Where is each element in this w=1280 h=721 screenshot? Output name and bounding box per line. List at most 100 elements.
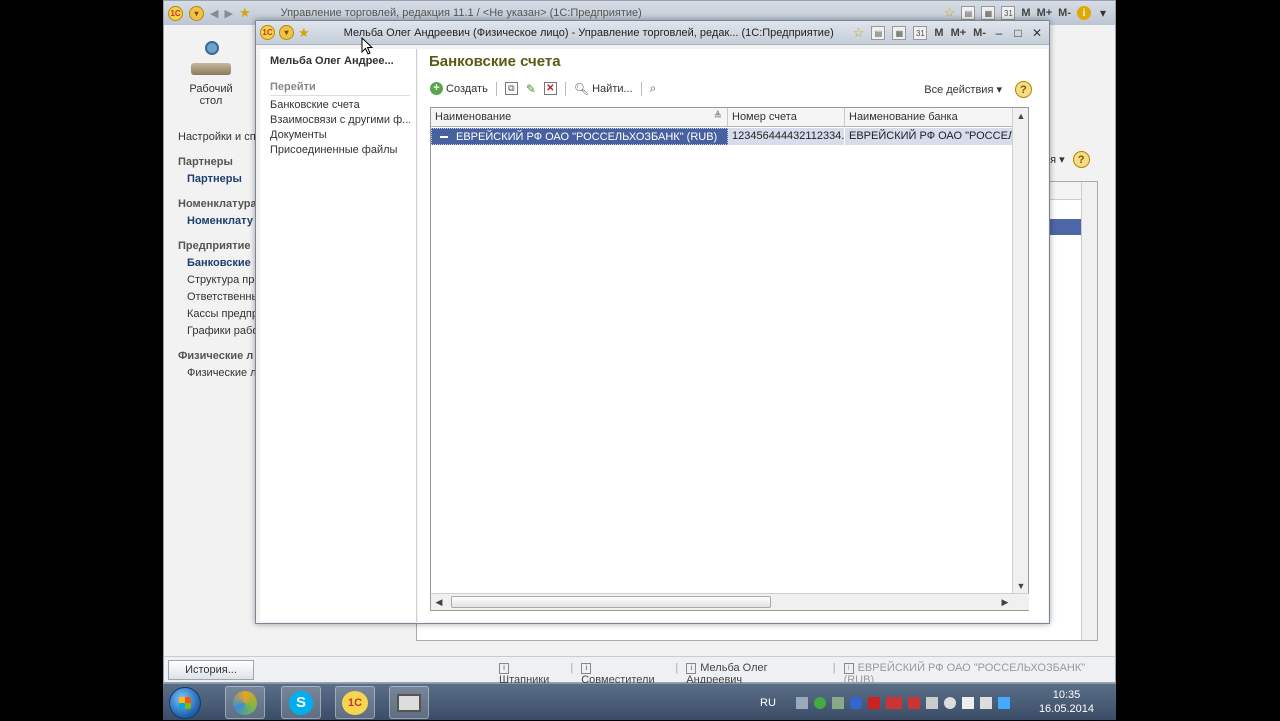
tray-app-x-icon[interactable] bbox=[907, 696, 920, 709]
column-header-account[interactable]: Номер счета bbox=[728, 108, 845, 126]
nav-item-partners[interactable]: Партнеры bbox=[178, 171, 258, 188]
nav-group-nomenclature[interactable]: Номенклатура bbox=[178, 196, 258, 213]
tray-network-icon[interactable] bbox=[795, 696, 808, 709]
tray-app-k-icon[interactable] bbox=[867, 696, 880, 709]
vertical-scrollbar[interactable]: ▲ ▼ bbox=[1012, 108, 1028, 594]
1c-logo-icon[interactable]: 1C bbox=[168, 5, 183, 21]
page-title: Банковские счета bbox=[429, 53, 561, 70]
taskbar-app-browser[interactable] bbox=[225, 686, 265, 719]
nav-link-attached-files[interactable]: Присоединенные файлы bbox=[260, 141, 410, 156]
calendar-icon[interactable]: 31 bbox=[1001, 6, 1016, 20]
taskbar-app-remote-desktop[interactable] bbox=[389, 686, 429, 719]
nav-item-responsible[interactable]: Ответственны bbox=[178, 289, 258, 306]
back-arrow-icon[interactable]: ◀ bbox=[210, 7, 218, 20]
nav-group-enterprise[interactable]: Предприятие bbox=[178, 238, 258, 255]
create-button[interactable]: + Создать bbox=[430, 82, 488, 95]
tray-usb-icon[interactable] bbox=[925, 696, 938, 709]
ati-icon[interactable] bbox=[885, 696, 902, 709]
all-actions-menu[interactable]: Все действия ▾ bbox=[924, 83, 1002, 96]
document-icon[interactable]: ▤ bbox=[961, 6, 976, 20]
desktop-label-1: Рабочий bbox=[189, 83, 233, 95]
help-icon[interactable]: ? bbox=[1015, 81, 1032, 98]
tray-arrow-icon[interactable] bbox=[831, 696, 844, 709]
delete-mark-icon[interactable]: ✕ bbox=[543, 82, 557, 95]
favorites-star-icon[interactable]: ★ bbox=[298, 25, 310, 41]
table-row[interactable]: ЕВРЕЙСКИЙ РФ ОАО "РОССЕЛЬХОЗБАНК" (RUB) … bbox=[431, 128, 1028, 145]
find-button[interactable]: 🔍︎ Найти... bbox=[574, 82, 633, 96]
desktop-button[interactable]: Рабочий стол bbox=[176, 39, 246, 107]
cell-account[interactable]: 123456444432112334... bbox=[728, 128, 845, 145]
scroll-down-icon[interactable]: ▼ bbox=[1013, 578, 1029, 594]
dialog-title: Мельба Олег Андреевич (Физическое лицо) … bbox=[343, 26, 834, 39]
main-help-icon[interactable]: ? bbox=[1072, 151, 1090, 168]
nav-item-schedules[interactable]: Графики рабо bbox=[178, 323, 258, 340]
dialog-titlebar[interactable]: 1C ▾ ★ Мельба Олег Андреевич (Физическое… bbox=[256, 21, 1049, 45]
memory-m-button[interactable]: M bbox=[934, 27, 943, 39]
cell-name[interactable]: ЕВРЕЙСКИЙ РФ ОАО "РОССЕЛЬХОЗБАНК" (RUB) bbox=[431, 128, 728, 145]
nav-item-structure[interactable]: Структура пре bbox=[178, 272, 258, 289]
memory-mplus-button[interactable]: M+ bbox=[1037, 7, 1053, 19]
chevron-down-icon[interactable]: ▾ bbox=[1097, 6, 1109, 20]
memory-mminus-button[interactable]: M- bbox=[973, 27, 986, 39]
memory-mplus-button[interactable]: M+ bbox=[951, 27, 967, 39]
close-icon[interactable]: ✕ bbox=[1031, 26, 1043, 40]
nav-item-nomenclature[interactable]: Номенклату bbox=[178, 213, 258, 230]
column-header-name-label: Наименование bbox=[435, 111, 512, 123]
scroll-up-icon[interactable]: ▲ bbox=[1013, 108, 1029, 124]
1c-logo-icon[interactable]: 1C bbox=[260, 25, 275, 40]
volume-icon[interactable] bbox=[943, 696, 956, 709]
owner-name[interactable]: Мельба Олег Андрее... bbox=[260, 49, 416, 67]
cell-bank[interactable]: ЕВРЕЙСКИЙ РФ ОАО "РОССЕЛЬ bbox=[845, 128, 1013, 145]
clock[interactable]: 10:35 16.05.2014 bbox=[1039, 688, 1094, 716]
table-header: Наименование ≜ Номер счета Наименование … bbox=[431, 108, 1028, 127]
dialog-menu-icon[interactable]: ▾ bbox=[279, 25, 294, 40]
minimize-icon[interactable]: – bbox=[993, 26, 1005, 40]
scroll-right-icon[interactable]: ▶ bbox=[997, 594, 1013, 610]
main-list-scrollbar[interactable] bbox=[1081, 182, 1097, 640]
signal-icon[interactable] bbox=[961, 696, 974, 709]
tray-help-icon[interactable] bbox=[997, 696, 1010, 709]
taskbar-app-skype[interactable]: S bbox=[281, 686, 321, 719]
language-indicator[interactable]: RU bbox=[760, 697, 776, 709]
favorites-star-icon[interactable]: ★ bbox=[239, 5, 251, 21]
nav-group-partners[interactable]: Партнеры bbox=[178, 154, 258, 171]
start-button-icon[interactable] bbox=[169, 687, 201, 719]
dialog-main-area: Банковские счета + Создать ⧉ ✎ ✕ 🔍︎ Найт… bbox=[418, 49, 1048, 622]
add-favorite-icon[interactable]: ☆ bbox=[853, 25, 865, 41]
column-header-name[interactable]: Наименование ≜ bbox=[431, 108, 728, 126]
history-button[interactable]: История... bbox=[168, 659, 254, 680]
nav-link-relations[interactable]: Взаимосвязи с другими ф... bbox=[260, 111, 410, 126]
desktop-label-2: стол bbox=[199, 95, 223, 107]
info-icon[interactable]: i bbox=[1077, 6, 1091, 20]
nav-group-individuals[interactable]: Физические л bbox=[178, 348, 258, 365]
nav-settings[interactable]: Настройки и спр bbox=[178, 129, 258, 146]
nav-item-cash-desks[interactable]: Кассы предпр bbox=[178, 306, 258, 323]
document-icon[interactable]: ▤ bbox=[871, 26, 886, 40]
maximize-icon[interactable]: □ bbox=[1012, 26, 1024, 40]
nav-item-bank-accounts[interactable]: Банковские bbox=[178, 255, 258, 272]
edit-pencil-icon[interactable]: ✎ bbox=[526, 82, 536, 96]
main-list-selected-row[interactable] bbox=[1049, 219, 1081, 235]
horizontal-scroll-thumb[interactable] bbox=[451, 596, 771, 608]
column-header-bank[interactable]: Наименование банка bbox=[845, 108, 1013, 126]
cancel-search-icon[interactable]: ⌕ bbox=[650, 81, 657, 96]
nav-item-individuals[interactable]: Физические л bbox=[178, 365, 258, 382]
taskbar-app-1c[interactable]: 1C bbox=[335, 686, 375, 719]
horizontal-scrollbar[interactable]: ◀ ▶ bbox=[431, 593, 1029, 610]
scroll-left-icon[interactable]: ◀ bbox=[431, 594, 447, 610]
add-favorite-icon[interactable]: ☆ bbox=[944, 5, 956, 21]
bluetooth-icon[interactable] bbox=[849, 696, 862, 709]
calendar-icon[interactable]: 31 bbox=[913, 26, 928, 40]
forward-arrow-icon[interactable]: ▶ bbox=[224, 7, 232, 20]
memory-mminus-button[interactable]: M- bbox=[1058, 7, 1071, 19]
dialog-nav-panel: Мельба Олег Андрее... Перейти Банковские… bbox=[260, 49, 417, 622]
nav-link-bank-accounts[interactable]: Банковские счета bbox=[260, 96, 410, 111]
memory-m-button[interactable]: M bbox=[1021, 7, 1030, 19]
main-menu-icon[interactable]: ▾ bbox=[189, 5, 204, 21]
tray-network-status-icon[interactable] bbox=[979, 696, 992, 709]
calculator-icon[interactable]: ▦ bbox=[981, 6, 996, 20]
calculator-icon[interactable]: ▦ bbox=[892, 26, 907, 40]
copy-icon[interactable]: ⧉ bbox=[504, 82, 518, 95]
nav-link-documents[interactable]: Документы bbox=[260, 126, 410, 141]
tray-security-icon[interactable] bbox=[813, 696, 826, 709]
